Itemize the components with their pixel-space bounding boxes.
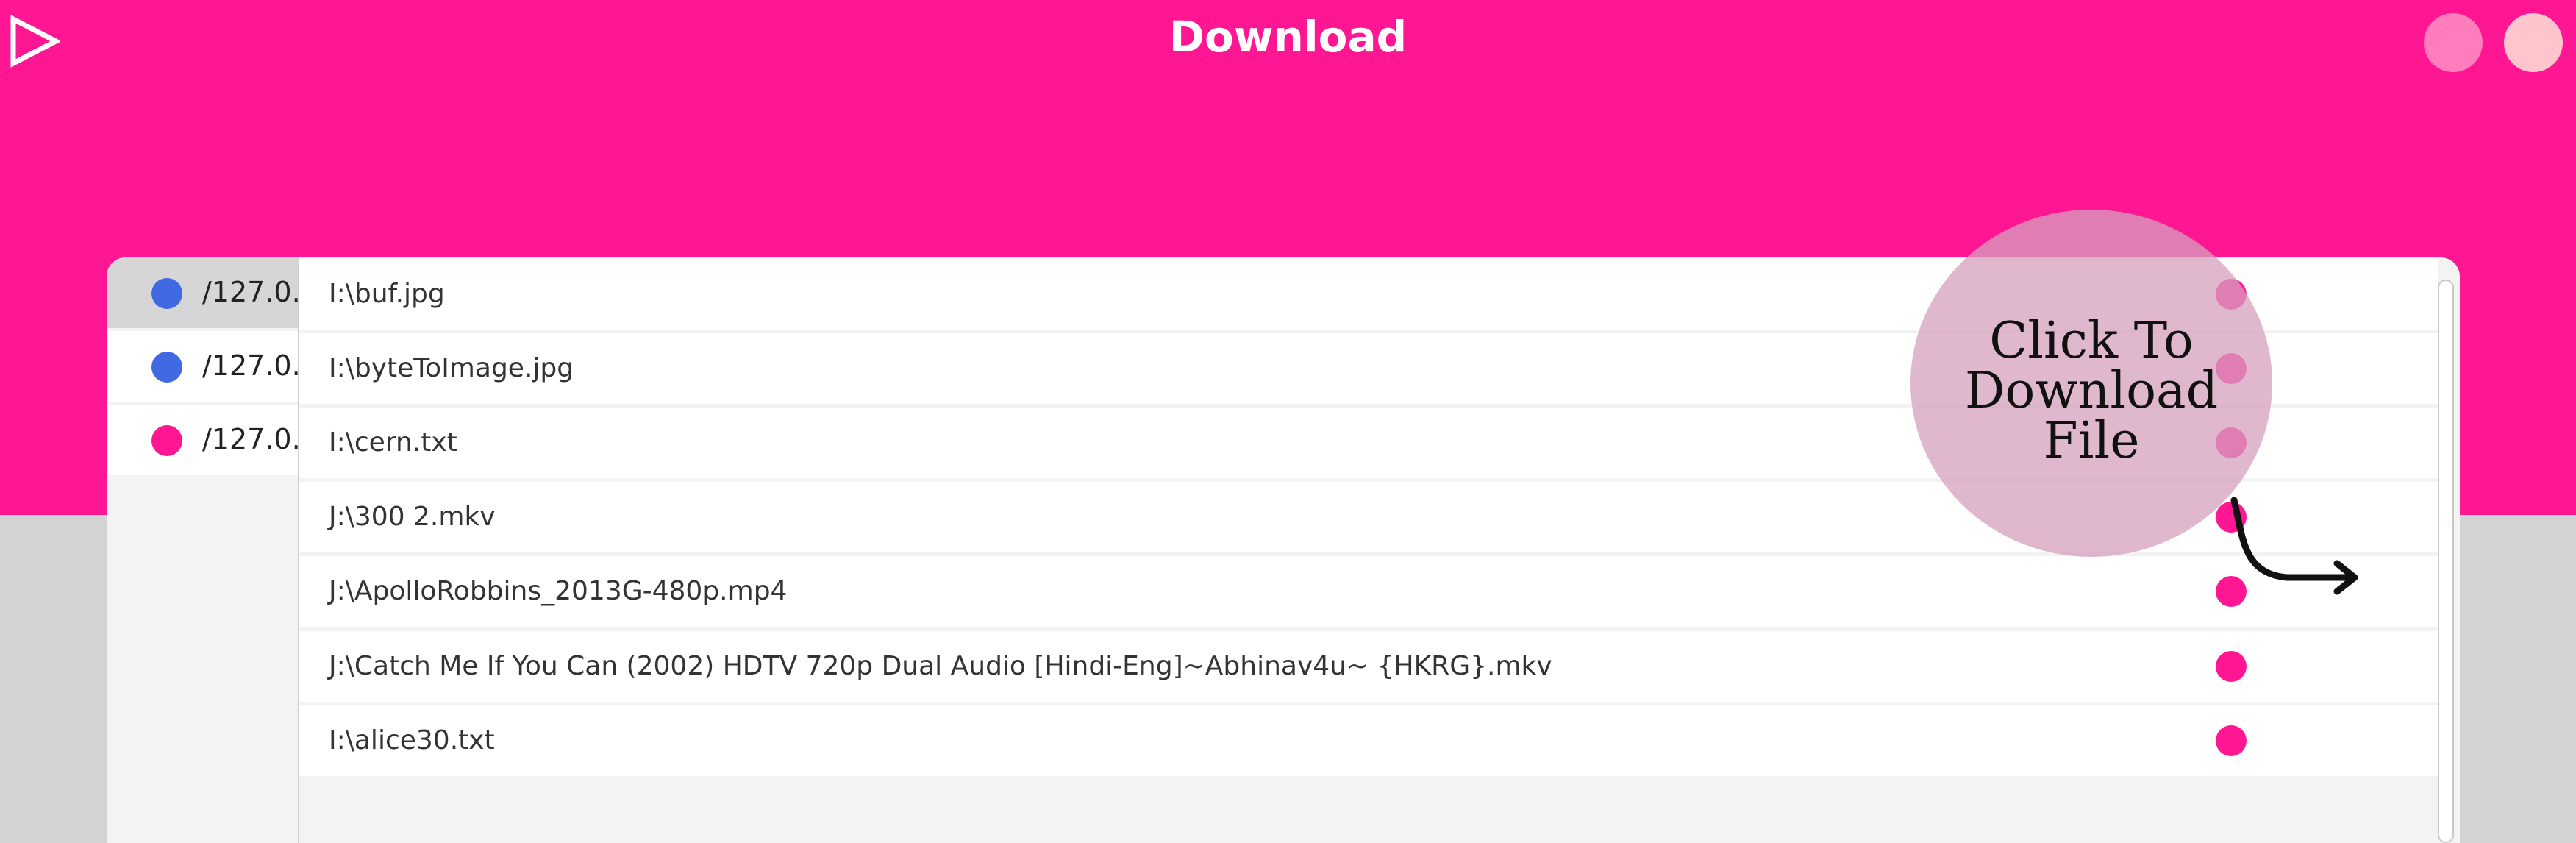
client-list: /127.0.0.1 /127.0.0.1 /127.0.0.1	[107, 257, 298, 843]
file-row[interactable]: J:\ApolloRobbins_2013G-480p.mp4	[299, 556, 2438, 627]
curved-arrow-icon	[2230, 497, 2358, 595]
file-path: I:\buf.jpg	[329, 279, 445, 309]
client-item[interactable]: /127.0.0.1	[107, 331, 298, 402]
file-path: I:\alice30.txt	[329, 725, 495, 755]
file-row[interactable]: I:\alice30.txt	[299, 705, 2438, 776]
client-address: /127.0.0.1	[202, 276, 298, 308]
file-row[interactable]: J:\Catch Me If You Can (2002) HDTV 720p …	[299, 631, 2438, 702]
window-title: Download	[1169, 12, 1407, 62]
file-path: I:\byteToImage.jpg	[329, 353, 574, 383]
status-dot-icon	[151, 425, 182, 456]
client-address: /127.0.0.1	[202, 349, 298, 382]
client-address: /127.0.0.1	[202, 423, 298, 455]
tooltip-line: Click To	[1989, 312, 2194, 370]
download-dot-icon[interactable]	[2216, 725, 2247, 756]
vertical-scrollbar[interactable]	[2438, 280, 2454, 843]
tooltip-line: Download	[1964, 362, 2219, 420]
file-path: I:\cern.txt	[329, 427, 457, 458]
client-item[interactable]: /127.0.0.1	[107, 405, 298, 475]
close-button[interactable]	[2504, 13, 2563, 72]
download-dot-icon[interactable]	[2216, 651, 2247, 682]
tooltip-text: Click To Download File	[1910, 316, 2272, 466]
status-dot-icon	[151, 278, 182, 309]
client-item[interactable]: /127.0.0.1	[107, 257, 298, 328]
minimize-button[interactable]	[2424, 13, 2483, 72]
file-path: J:\Catch Me If You Can (2002) HDTV 720p …	[329, 651, 1552, 681]
file-path: J:\300 2.mkv	[329, 502, 496, 532]
tooltip-line: File	[2043, 412, 2140, 470]
status-dot-icon	[151, 352, 182, 383]
file-path: J:\ApolloRobbins_2013G-480p.mp4	[329, 576, 788, 606]
